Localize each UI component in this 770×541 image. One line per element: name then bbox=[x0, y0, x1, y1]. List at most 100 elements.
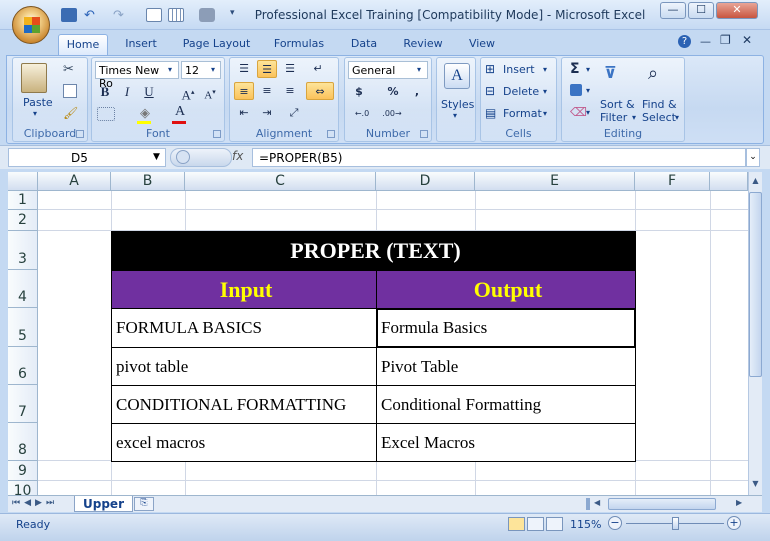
expand-formula-bar-icon[interactable]: ⌄ bbox=[746, 148, 760, 167]
input-cell[interactable]: CONDITIONAL FORMATTING bbox=[111, 385, 377, 424]
help-icon[interactable]: ? bbox=[678, 35, 691, 48]
delete-cells-button[interactable]: Delete bbox=[503, 85, 539, 98]
undo-icon[interactable]: ↶ bbox=[84, 8, 100, 23]
grow-font-icon[interactable]: A▴ bbox=[178, 83, 198, 102]
output-cell[interactable]: Conditional Formatting bbox=[376, 385, 636, 424]
row-header-4[interactable]: 4 bbox=[8, 270, 38, 308]
row-header-7[interactable]: 7 bbox=[8, 385, 38, 423]
format-cells-button[interactable]: Format bbox=[503, 107, 542, 120]
font-size-dropdown-icon[interactable]: ▾ bbox=[211, 65, 215, 74]
scroll-up-icon[interactable]: ▲ bbox=[750, 176, 761, 190]
clipboard-launcher-icon[interactable] bbox=[76, 130, 84, 138]
select-label[interactable]: Select bbox=[642, 111, 676, 124]
orientation-icon[interactable]: ⤢ bbox=[284, 104, 304, 122]
row-header-5[interactable]: 5 bbox=[8, 308, 38, 347]
currency-button[interactable]: $ bbox=[349, 83, 369, 101]
top-align-icon[interactable]: ☰ bbox=[234, 60, 254, 78]
middle-align-icon[interactable]: ☰ bbox=[257, 60, 277, 78]
autosum-dropdown-icon[interactable]: ▾ bbox=[586, 65, 590, 74]
alignment-launcher-icon[interactable] bbox=[327, 130, 335, 138]
increase-indent-icon[interactable]: ⇥ bbox=[257, 104, 277, 122]
copy-icon[interactable] bbox=[63, 84, 77, 98]
output-cell[interactable]: Formula Basics bbox=[376, 308, 636, 348]
format-painter-icon[interactable]: 🖌 bbox=[63, 106, 78, 120]
output-cell[interactable]: Excel Macros bbox=[376, 423, 636, 462]
row-header-10[interactable]: 10 bbox=[8, 481, 38, 495]
sort-filter-icon[interactable]: ⊽ bbox=[604, 63, 617, 82]
row-header-1[interactable]: 1 bbox=[8, 191, 38, 210]
fill-dropdown-icon[interactable]: ▾ bbox=[586, 86, 590, 95]
col-header-d[interactable]: D bbox=[376, 172, 475, 191]
printer-icon[interactable] bbox=[199, 8, 215, 22]
output-cell[interactable]: Pivot Table bbox=[376, 347, 636, 386]
merge-center-icon[interactable]: ⇔ bbox=[306, 82, 334, 100]
align-right-icon[interactable]: ≡ bbox=[280, 82, 300, 100]
insert-dropdown-icon[interactable]: ▾ bbox=[543, 65, 547, 74]
decrease-indent-icon[interactable]: ⇤ bbox=[234, 104, 254, 122]
col-header-b[interactable]: B bbox=[111, 172, 185, 191]
comma-button[interactable]: , bbox=[407, 83, 427, 101]
zoom-out-icon[interactable]: − bbox=[608, 516, 622, 530]
tab-formulas[interactable]: Formulas bbox=[269, 34, 329, 55]
paste-icon[interactable] bbox=[21, 63, 47, 93]
shrink-font-icon[interactable]: A▾ bbox=[200, 83, 220, 102]
align-center-icon[interactable]: ≡ bbox=[257, 82, 277, 100]
number-format-field[interactable]: General bbox=[348, 61, 428, 79]
fill-icon[interactable] bbox=[570, 84, 582, 96]
maximize-button[interactable]: ☐ bbox=[688, 2, 714, 19]
delete-cells-icon[interactable]: ⊟ bbox=[485, 84, 495, 98]
paste-dropdown-icon[interactable]: ▾ bbox=[33, 109, 37, 118]
tab-page-layout[interactable]: Page Layout bbox=[179, 34, 254, 55]
select-all-corner[interactable] bbox=[8, 172, 38, 191]
horizontal-scroll-thumb[interactable] bbox=[608, 498, 716, 510]
cut-icon[interactable]: ✂ bbox=[63, 62, 74, 77]
page-layout-view-icon[interactable] bbox=[527, 517, 544, 531]
zoom-level[interactable]: 115% bbox=[570, 518, 601, 531]
format-dropdown-icon[interactable]: ▾ bbox=[543, 109, 547, 118]
insert-cells-button[interactable]: Insert bbox=[503, 63, 535, 76]
col-header-g[interactable] bbox=[710, 172, 748, 191]
col-header-f[interactable]: F bbox=[635, 172, 710, 191]
find-label[interactable]: Find & bbox=[642, 98, 677, 111]
row-header-9[interactable]: 9 bbox=[8, 461, 38, 481]
col-header-a[interactable]: A bbox=[38, 172, 111, 191]
row-header-2[interactable]: 2 bbox=[8, 210, 38, 231]
output-header[interactable]: Output bbox=[376, 270, 636, 309]
row-header-3[interactable]: 3 bbox=[8, 231, 38, 270]
print-preview-icon[interactable] bbox=[146, 8, 162, 22]
name-box[interactable]: D5 bbox=[8, 148, 166, 167]
save-icon[interactable] bbox=[61, 8, 77, 22]
col-header-c[interactable]: C bbox=[185, 172, 376, 191]
font-launcher-icon[interactable] bbox=[213, 130, 221, 138]
office-button[interactable] bbox=[12, 6, 50, 44]
bottom-align-icon[interactable]: ☰ bbox=[280, 60, 300, 78]
tab-insert[interactable]: Insert bbox=[119, 34, 163, 55]
font-name-dropdown-icon[interactable]: ▾ bbox=[168, 65, 172, 74]
format-cells-icon[interactable]: ▤ bbox=[485, 106, 496, 120]
vertical-scroll-thumb[interactable] bbox=[749, 192, 762, 377]
number-launcher-icon[interactable] bbox=[420, 130, 428, 138]
tab-view[interactable]: View bbox=[463, 34, 501, 55]
italic-button[interactable]: I bbox=[117, 83, 137, 101]
scroll-left-icon[interactable]: ◀ bbox=[594, 498, 600, 507]
sort-label[interactable]: Sort & bbox=[600, 98, 635, 111]
zoom-in-icon[interactable]: + bbox=[727, 516, 741, 530]
col-header-e[interactable]: E bbox=[475, 172, 635, 191]
tab-review[interactable]: Review bbox=[399, 34, 447, 55]
font-color-icon[interactable]: A bbox=[170, 103, 190, 121]
input-cell[interactable]: FORMULA BASICS bbox=[111, 308, 377, 348]
name-box-dropdown-icon[interactable]: ▼ bbox=[153, 152, 160, 162]
row-header-8[interactable]: 8 bbox=[8, 423, 38, 461]
table-icon[interactable] bbox=[168, 8, 184, 22]
sheet-tab-upper[interactable]: Upper bbox=[74, 496, 133, 512]
vertical-scrollbar[interactable]: ▲ ▼ bbox=[748, 172, 762, 495]
insert-cells-icon[interactable]: ⊞ bbox=[485, 62, 495, 76]
bold-button[interactable]: B bbox=[95, 83, 115, 101]
customize-qat-icon[interactable]: ▾ bbox=[230, 8, 246, 22]
percent-button[interactable]: % bbox=[383, 83, 403, 101]
sort-filter-dropdown-icon[interactable]: ▾ bbox=[632, 113, 636, 122]
close-button[interactable]: ✕ bbox=[716, 2, 758, 19]
clear-icon[interactable]: ⌫ bbox=[570, 105, 587, 119]
find-select-dropdown-icon[interactable]: ▾ bbox=[675, 113, 679, 122]
expand-namebox-icon[interactable] bbox=[176, 150, 190, 164]
